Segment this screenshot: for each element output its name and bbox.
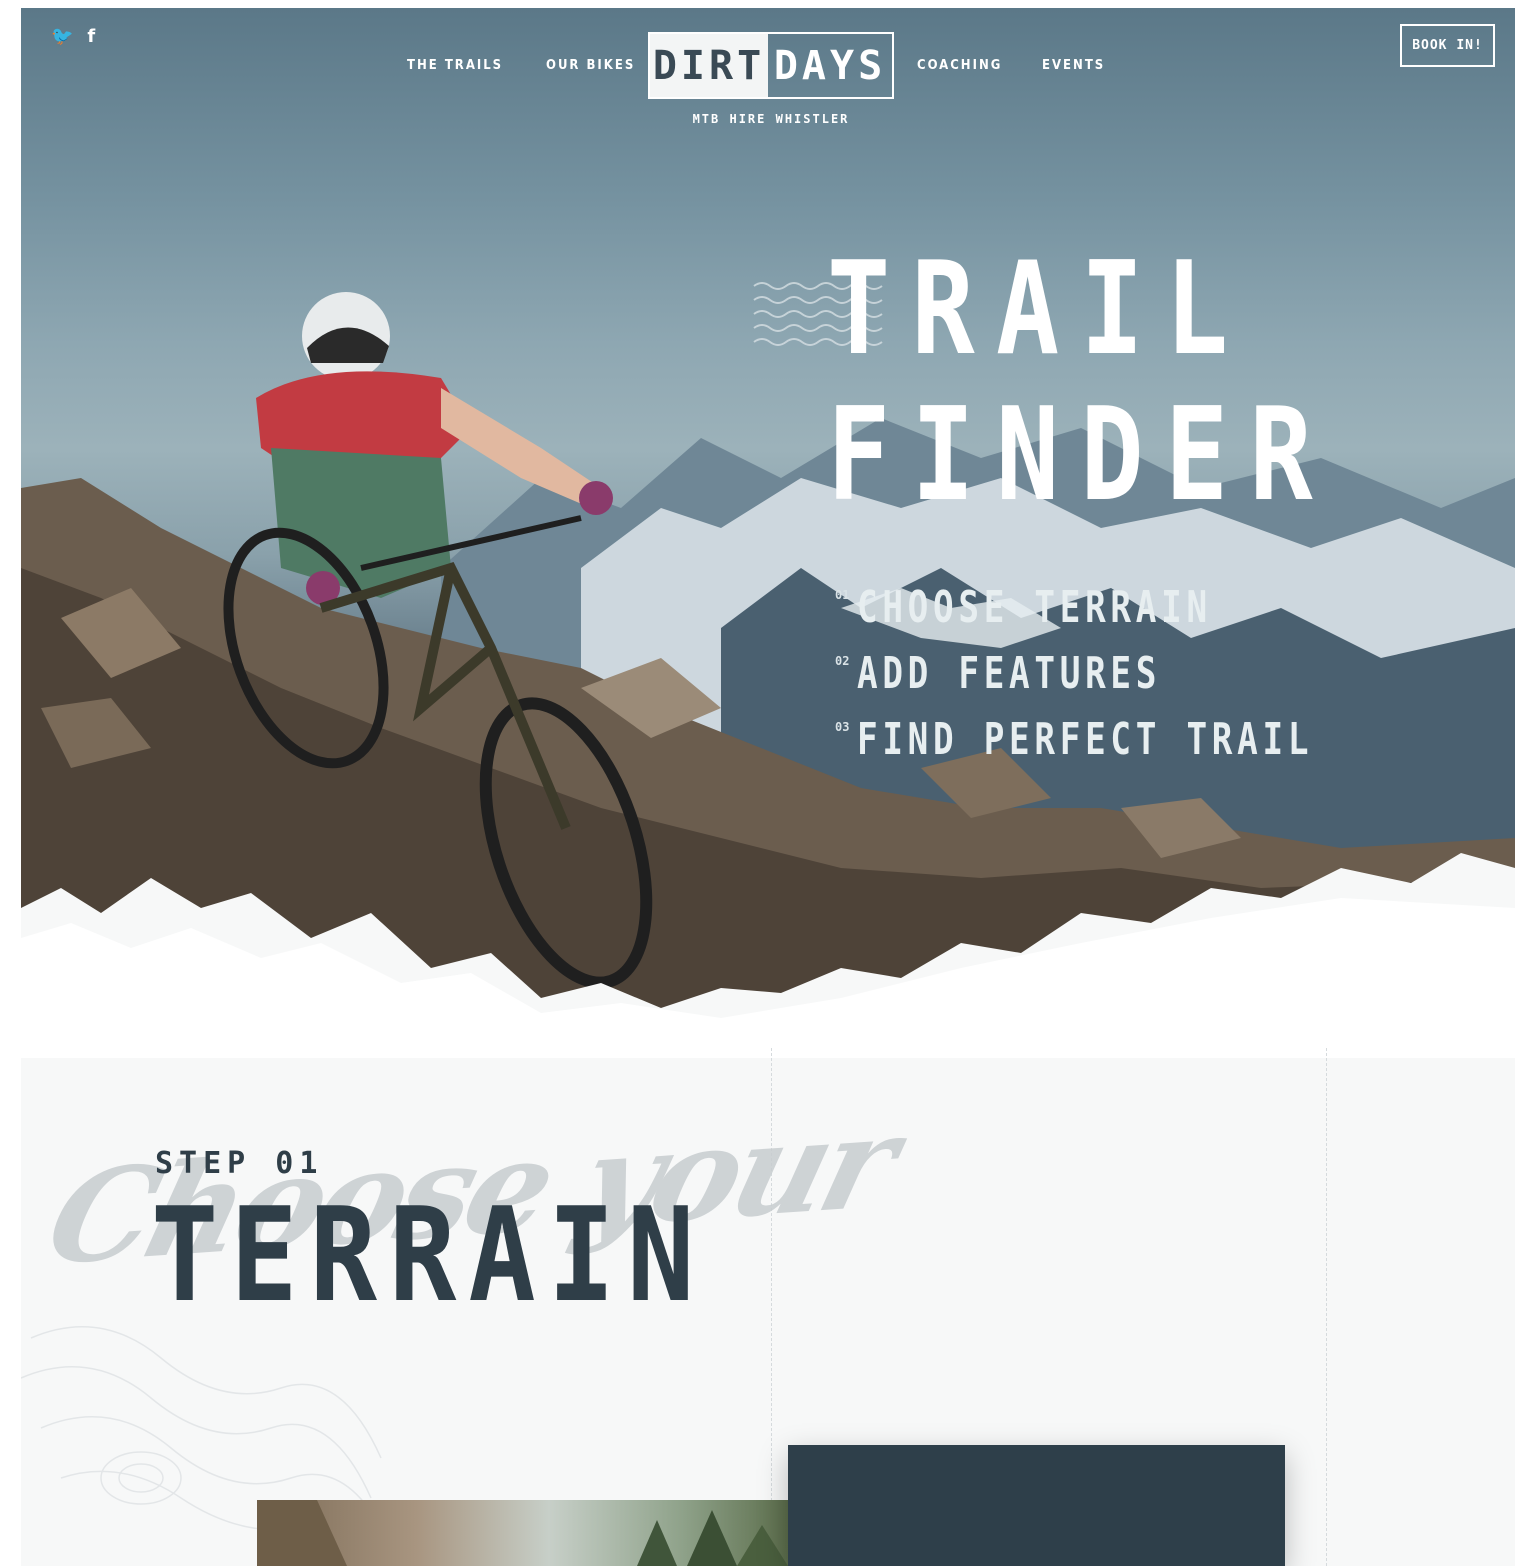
nav-our-bikes[interactable]: OUR BIKES bbox=[546, 58, 635, 73]
social-links: 🐦 f bbox=[51, 26, 95, 47]
hero-title-line-1: TRAIL bbox=[827, 235, 1250, 384]
site-logo[interactable]: DIRT DAYS bbox=[648, 32, 894, 99]
facebook-icon[interactable]: f bbox=[87, 26, 95, 47]
nav-events[interactable]: EVENTS bbox=[1042, 58, 1105, 73]
nav-coaching[interactable]: COACHING bbox=[917, 58, 1002, 73]
step-text: ADD FEATURES bbox=[857, 648, 1162, 699]
logo-tagline: MTB HIRE WHISTLER bbox=[692, 112, 850, 126]
step-text: FIND PERFECT TRAIL bbox=[857, 714, 1314, 765]
step-number: 03 bbox=[835, 720, 850, 734]
step-text: CHOOSE TERRAIN bbox=[857, 582, 1212, 633]
terrain-photo-card[interactable] bbox=[257, 1500, 788, 1566]
divider-line bbox=[1326, 1048, 1327, 1566]
logo-dirt: DIRT bbox=[650, 34, 768, 97]
step-label: STEP 01 bbox=[155, 1146, 324, 1181]
hero-photo bbox=[21, 282, 1515, 1058]
forest-photo bbox=[257, 1500, 788, 1566]
logo-days: DAYS bbox=[773, 42, 887, 89]
hero-title-line-2: FINDER bbox=[827, 381, 1335, 530]
hero-banner: 🐦 f THE TRAILS OUR BIKES DIRT DAYS MTB H… bbox=[21, 8, 1515, 1058]
step-number: 02 bbox=[835, 654, 850, 668]
page-frame: 🐦 f THE TRAILS OUR BIKES DIRT DAYS MTB H… bbox=[21, 8, 1515, 1566]
nav-the-trails[interactable]: THE TRAILS bbox=[407, 58, 503, 73]
twitter-icon[interactable]: 🐦 bbox=[51, 26, 73, 47]
step-number: 01 bbox=[835, 588, 850, 602]
section-heading: TERRAIN bbox=[151, 1179, 707, 1331]
terrain-info-card[interactable] bbox=[788, 1445, 1285, 1566]
book-in-button[interactable]: BOOK IN! bbox=[1400, 24, 1495, 67]
topo-map-decoration bbox=[21, 1326, 392, 1549]
divider-line bbox=[771, 1048, 772, 1566]
script-choose-your: Choose your bbox=[33, 1087, 907, 1295]
